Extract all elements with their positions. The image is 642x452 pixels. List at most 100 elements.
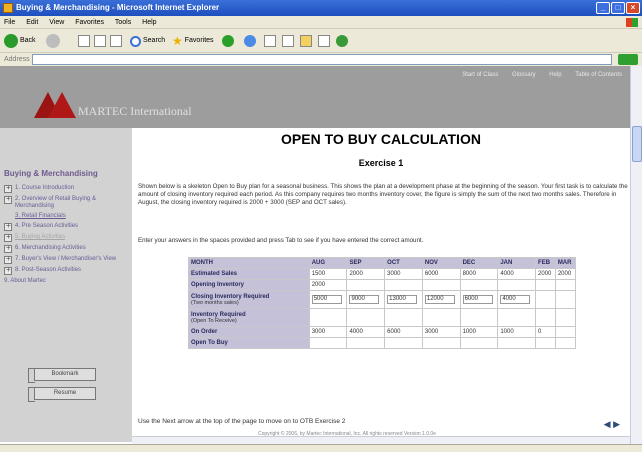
table-input-cell[interactable] <box>497 308 537 327</box>
nav-start-of-class[interactable]: Start of Class <box>462 72 498 78</box>
table-input-cell[interactable] <box>346 308 386 327</box>
sidebar-item-overview[interactable]: 2. Overview of Retail Buying & Merchandi… <box>4 195 130 210</box>
media-button[interactable] <box>222 33 234 49</box>
table-input-cell[interactable] <box>535 308 556 327</box>
scroll-thumb[interactable] <box>632 126 642 162</box>
table-input-cell[interactable] <box>421 308 461 327</box>
back-button[interactable]: Back <box>4 33 36 49</box>
table-input-cell[interactable] <box>459 337 499 349</box>
closing-inventory-input[interactable]: 12000 <box>424 295 455 304</box>
expand-icon[interactable] <box>4 255 12 264</box>
row-label: On Order <box>188 326 310 338</box>
table-cell: 6000 <box>384 326 423 338</box>
closing-inventory-input[interactable]: 4000 <box>500 295 531 304</box>
search-button[interactable]: Search <box>130 33 165 49</box>
header-oct: OCT <box>384 257 423 269</box>
table-input-cell[interactable] <box>554 279 577 291</box>
menu-tools[interactable]: Tools <box>115 19 131 26</box>
table-input-cell[interactable] <box>554 308 577 327</box>
page-navigation: ◀ ▶ <box>604 419 620 430</box>
bookmark-button[interactable]: Bookmark <box>28 368 96 383</box>
menu-file[interactable]: File <box>4 19 15 26</box>
sidebar-item-buying-activities[interactable]: 5. Buying Activities <box>4 233 130 242</box>
horizontal-scrollbar[interactable] <box>132 436 630 444</box>
closing-inventory-input[interactable]: 6000 <box>462 295 493 304</box>
previous-arrow-icon[interactable]: ◀ <box>604 419 611 429</box>
table-input-cell[interactable] <box>384 279 423 291</box>
closing-inventory-input[interactable]: 13000 <box>387 295 418 304</box>
table-header-row: MONTH AUG SEP OCT NOV DEC JAN FEB MAR <box>188 257 577 269</box>
table-input-cell[interactable] <box>554 337 577 349</box>
page-title: OPEN TO BUY CALCULATION <box>281 131 481 147</box>
sidebar-item-label: 2. Overview of Retail Buying & Merchandi… <box>15 196 97 209</box>
forward-button[interactable] <box>46 33 60 49</box>
table-input-cell[interactable] <box>384 308 423 327</box>
sidebar-item-about-martec[interactable]: 9. About Martec <box>4 278 130 285</box>
table-input-cell[interactable] <box>535 337 556 349</box>
vertical-scrollbar[interactable] <box>630 66 642 444</box>
sidebar-item-buyers-view[interactable]: 7. Buyer's View / Merchandiser's View <box>4 255 130 264</box>
closing-inventory-input[interactable]: 9000 <box>349 295 380 304</box>
table-input-cell[interactable] <box>346 337 386 349</box>
discuss-button[interactable] <box>318 33 330 49</box>
table-cell: 2000 <box>535 268 556 280</box>
messenger-button[interactable] <box>336 33 348 49</box>
nav-glossary[interactable]: Glossary <box>512 72 536 78</box>
mail-button[interactable] <box>264 33 276 49</box>
table-input-cell[interactable] <box>459 308 499 327</box>
nav-table-of-contents[interactable]: Table of Contents <box>575 72 622 78</box>
print-icon <box>282 35 294 47</box>
instruction-paragraph: Enter your answers in the spaces provide… <box>138 237 424 244</box>
expand-icon[interactable] <box>4 244 12 253</box>
table-input-cell[interactable] <box>384 337 423 349</box>
go-button[interactable] <box>618 54 638 65</box>
favorites-button[interactable]: ★ Favorites <box>172 33 214 49</box>
menu-help[interactable]: Help <box>142 19 156 26</box>
history-button[interactable] <box>244 33 256 49</box>
closing-inventory-input[interactable]: 5000 <box>311 295 342 304</box>
stop-button[interactable] <box>78 33 90 49</box>
table-input-cell[interactable] <box>308 308 348 327</box>
table-input-cell[interactable] <box>535 279 556 291</box>
table-input-cell[interactable] <box>346 279 386 291</box>
expand-icon[interactable] <box>4 184 12 193</box>
refresh-button[interactable] <box>94 33 106 49</box>
nav-help[interactable]: Help <box>549 72 561 78</box>
expand-icon[interactable] <box>4 233 12 242</box>
home-button[interactable] <box>110 33 122 49</box>
print-button[interactable] <box>282 33 294 49</box>
table-input-cell[interactable] <box>535 290 556 309</box>
maximize-button[interactable]: □ <box>611 2 625 14</box>
table-input-cell[interactable] <box>554 290 577 309</box>
table-input-cell[interactable] <box>459 279 499 291</box>
address-input[interactable] <box>32 54 612 65</box>
row-label: Inventory Required (Open To Receive) <box>188 308 310 327</box>
minimize-button[interactable]: _ <box>596 2 610 14</box>
menu-view[interactable]: View <box>49 19 64 26</box>
sidebar-item-course-introduction[interactable]: 1. Course Introduction <box>4 184 130 193</box>
sidebar-item-merchandising[interactable]: 6. Merchandising Activities <box>4 244 130 253</box>
row-label: Open To Buy <box>188 337 310 349</box>
expand-icon[interactable] <box>4 222 12 231</box>
close-button[interactable]: × <box>626 2 640 14</box>
table-input-cell[interactable] <box>421 279 461 291</box>
sidebar-item-pre-season[interactable]: 4. Pre Season Activities <box>4 222 130 231</box>
sidebar-item-retail-financials[interactable]: 3. Retail Financials <box>4 213 130 220</box>
header-sep: SEP <box>346 257 386 269</box>
table-input-cell[interactable] <box>308 337 348 349</box>
favorites-star-icon: ★ <box>172 34 183 48</box>
folder-icon <box>300 35 312 47</box>
next-arrow-icon[interactable]: ▶ <box>613 419 620 429</box>
resume-button[interactable]: Resume <box>28 387 96 402</box>
table-input-cell[interactable] <box>497 337 537 349</box>
menu-favorites[interactable]: Favorites <box>75 19 104 26</box>
ie-app-icon <box>3 3 13 13</box>
folder-button[interactable] <box>300 33 312 49</box>
table-input-cell[interactable] <box>497 279 537 291</box>
expand-icon[interactable] <box>4 266 12 275</box>
menu-edit[interactable]: Edit <box>26 19 38 26</box>
main-content: OPEN TO BUY CALCULATION Exercise 1 Shown… <box>132 128 630 436</box>
table-input-cell[interactable] <box>421 337 461 349</box>
sidebar-item-post-season[interactable]: 8. Post-Season Activities <box>4 266 130 275</box>
expand-icon[interactable] <box>4 195 12 204</box>
